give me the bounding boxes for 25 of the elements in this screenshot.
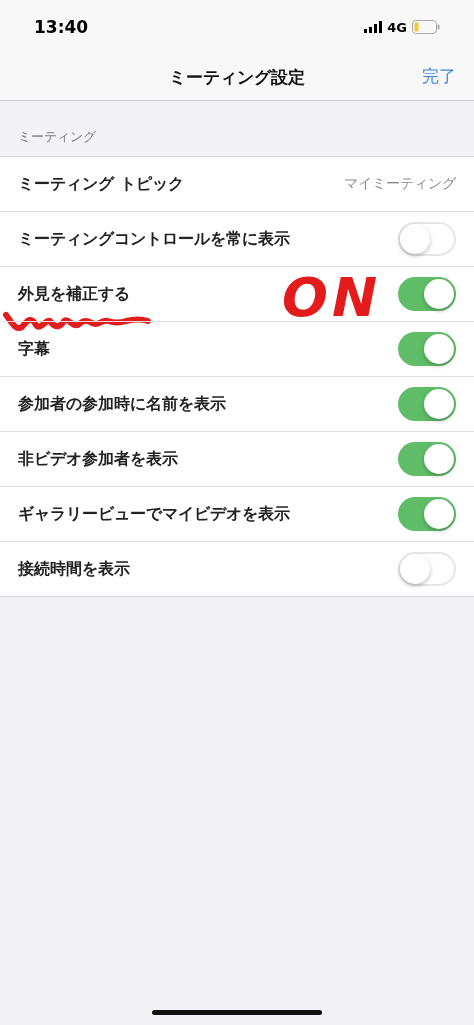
- toggle-switch[interactable]: [398, 277, 456, 311]
- setting-label: ミーティングコントロールを常に表示: [18, 228, 290, 250]
- setting-label: ギャラリービューでマイビデオを表示: [18, 503, 290, 525]
- signal-icon: [364, 21, 383, 33]
- setting-label: 字幕: [18, 338, 50, 360]
- network-label: 4G: [387, 19, 407, 35]
- setting-label: 非ビデオ参加者を表示: [18, 448, 178, 470]
- squiggle-underline-icon: [2, 309, 152, 333]
- toggle-switch[interactable]: [398, 552, 456, 586]
- toggle-switch[interactable]: [398, 497, 456, 531]
- toggle-switch[interactable]: [398, 332, 456, 366]
- toggle-switch[interactable]: [398, 222, 456, 256]
- setting-label: 参加者の参加時に名前を表示: [18, 393, 226, 415]
- done-button[interactable]: 完了: [422, 65, 456, 88]
- nav-title: ミーティング設定: [169, 65, 305, 89]
- setting-label: 接続時間を表示: [18, 558, 130, 580]
- battery-icon: [412, 20, 440, 34]
- setting-label: 外見を補正する: [18, 283, 130, 305]
- setting-label: ミーティング トピック: [18, 173, 184, 195]
- handwritten-annotation: ON: [282, 271, 382, 325]
- toggle-switch[interactable]: [398, 387, 456, 421]
- status-time: 13:40: [34, 17, 89, 37]
- setting-value[interactable]: マイミーティング: [344, 175, 456, 193]
- section-header: ミーティング: [18, 128, 96, 146]
- toggle-switch[interactable]: [398, 442, 456, 476]
